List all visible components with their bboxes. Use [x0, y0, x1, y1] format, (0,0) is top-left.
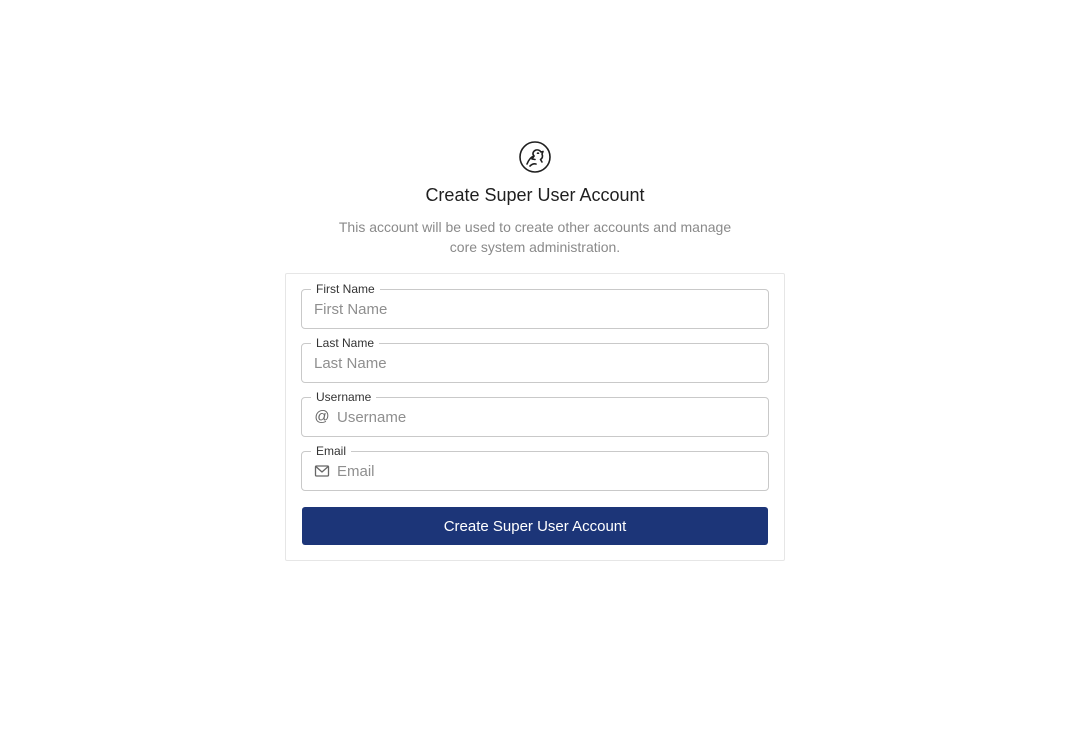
last-name-field: Last Name: [301, 335, 769, 383]
mail-icon: [314, 463, 330, 479]
username-input[interactable]: [337, 398, 762, 436]
last-name-input[interactable]: [314, 344, 762, 382]
first-name-field: First Name: [301, 281, 769, 329]
signup-page: Create Super User Account This account w…: [0, 0, 1080, 741]
email-input[interactable]: [337, 452, 762, 490]
username-field: Username @: [301, 389, 769, 437]
email-field: Email: [301, 443, 769, 491]
first-name-input[interactable]: [314, 290, 762, 328]
create-super-user-button[interactable]: Create Super User Account: [302, 507, 768, 545]
at-sign-icon: @: [314, 408, 330, 425]
page-subtitle: This account will be used to create othe…: [338, 219, 732, 255]
page-title: Create Super User Account: [425, 185, 645, 205]
signup-form-card: First Name Last Name Username @ Email Cr…: [285, 273, 785, 561]
dragon-logo-icon: [518, 140, 552, 174]
